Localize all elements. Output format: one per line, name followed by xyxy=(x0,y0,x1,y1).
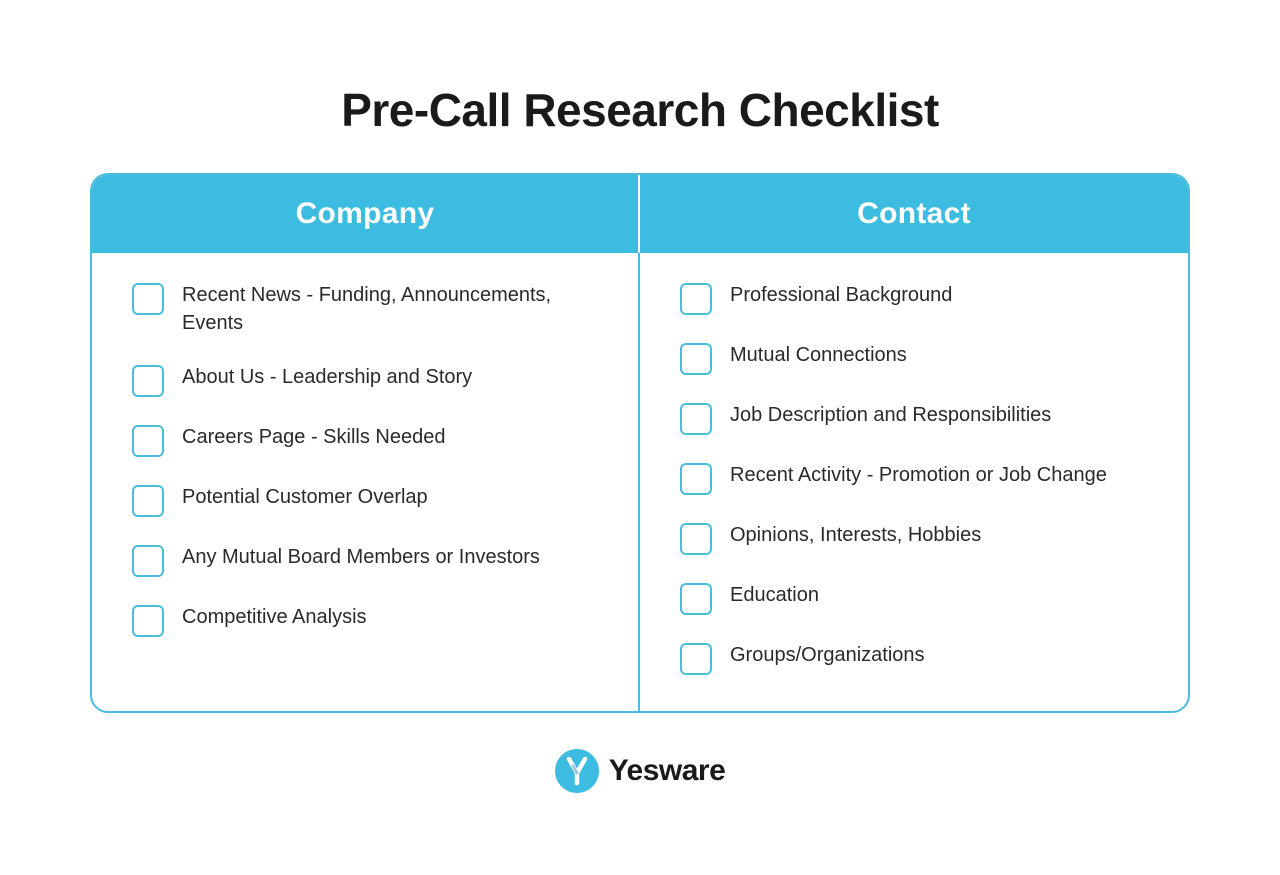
checkbox[interactable] xyxy=(680,583,712,615)
checkbox[interactable] xyxy=(132,485,164,517)
yesware-icon xyxy=(555,749,599,793)
yesware-logo: Yesware xyxy=(555,749,726,793)
list-item: Professional Background xyxy=(680,281,1148,315)
item-text: Opinions, Interests, Hobbies xyxy=(730,521,981,549)
list-item: Any Mutual Board Members or Investors xyxy=(132,543,598,577)
checkbox[interactable] xyxy=(680,523,712,555)
item-text: Recent Activity - Promotion or Job Chang… xyxy=(730,461,1107,489)
checkbox[interactable] xyxy=(132,425,164,457)
item-text: Education xyxy=(730,581,819,609)
list-item: Education xyxy=(680,581,1148,615)
list-item: Job Description and Responsibilities xyxy=(680,401,1148,435)
checkbox[interactable] xyxy=(680,343,712,375)
list-item: Careers Page - Skills Needed xyxy=(132,423,598,457)
list-item: Mutual Connections xyxy=(680,341,1148,375)
checkbox[interactable] xyxy=(680,643,712,675)
item-text: Professional Background xyxy=(730,281,952,309)
item-text: Mutual Connections xyxy=(730,341,907,369)
checkbox[interactable] xyxy=(680,463,712,495)
header-row: Company Contact xyxy=(92,175,1188,253)
checkbox[interactable] xyxy=(132,605,164,637)
company-column: Recent News - Funding, Announcements, Ev… xyxy=(92,253,640,711)
item-text: Groups/Organizations xyxy=(730,641,925,669)
list-item: Potential Customer Overlap xyxy=(132,483,598,517)
list-item: Recent News - Funding, Announcements, Ev… xyxy=(132,281,598,337)
checklist-container: Company Contact Recent News - Funding, A… xyxy=(90,173,1190,713)
item-text: Potential Customer Overlap xyxy=(182,483,428,511)
contact-column: Professional Background Mutual Connection… xyxy=(640,253,1188,711)
item-text: Any Mutual Board Members or Investors xyxy=(182,543,540,571)
item-text: About Us - Leadership and Story xyxy=(182,363,472,391)
item-text: Careers Page - Skills Needed xyxy=(182,423,445,451)
checkbox[interactable] xyxy=(132,283,164,315)
checkbox[interactable] xyxy=(132,545,164,577)
list-item: Competitive Analysis xyxy=(132,603,598,637)
checkbox[interactable] xyxy=(680,283,712,315)
list-item: About Us - Leadership and Story xyxy=(132,363,598,397)
list-item: Recent Activity - Promotion or Job Chang… xyxy=(680,461,1148,495)
footer: Yesware xyxy=(555,749,726,793)
item-text: Recent News - Funding, Announcements, Ev… xyxy=(182,281,598,337)
item-text: Competitive Analysis xyxy=(182,603,367,631)
checkbox[interactable] xyxy=(132,365,164,397)
yesware-brand-name: Yesware xyxy=(609,754,726,788)
body-row: Recent News - Funding, Announcements, Ev… xyxy=(92,253,1188,711)
company-header: Company xyxy=(92,175,640,253)
list-item: Opinions, Interests, Hobbies xyxy=(680,521,1148,555)
item-text: Job Description and Responsibilities xyxy=(730,401,1051,429)
page-title: Pre-Call Research Checklist xyxy=(341,83,939,137)
checkbox[interactable] xyxy=(680,403,712,435)
contact-header: Contact xyxy=(640,175,1188,253)
list-item: Groups/Organizations xyxy=(680,641,1148,675)
